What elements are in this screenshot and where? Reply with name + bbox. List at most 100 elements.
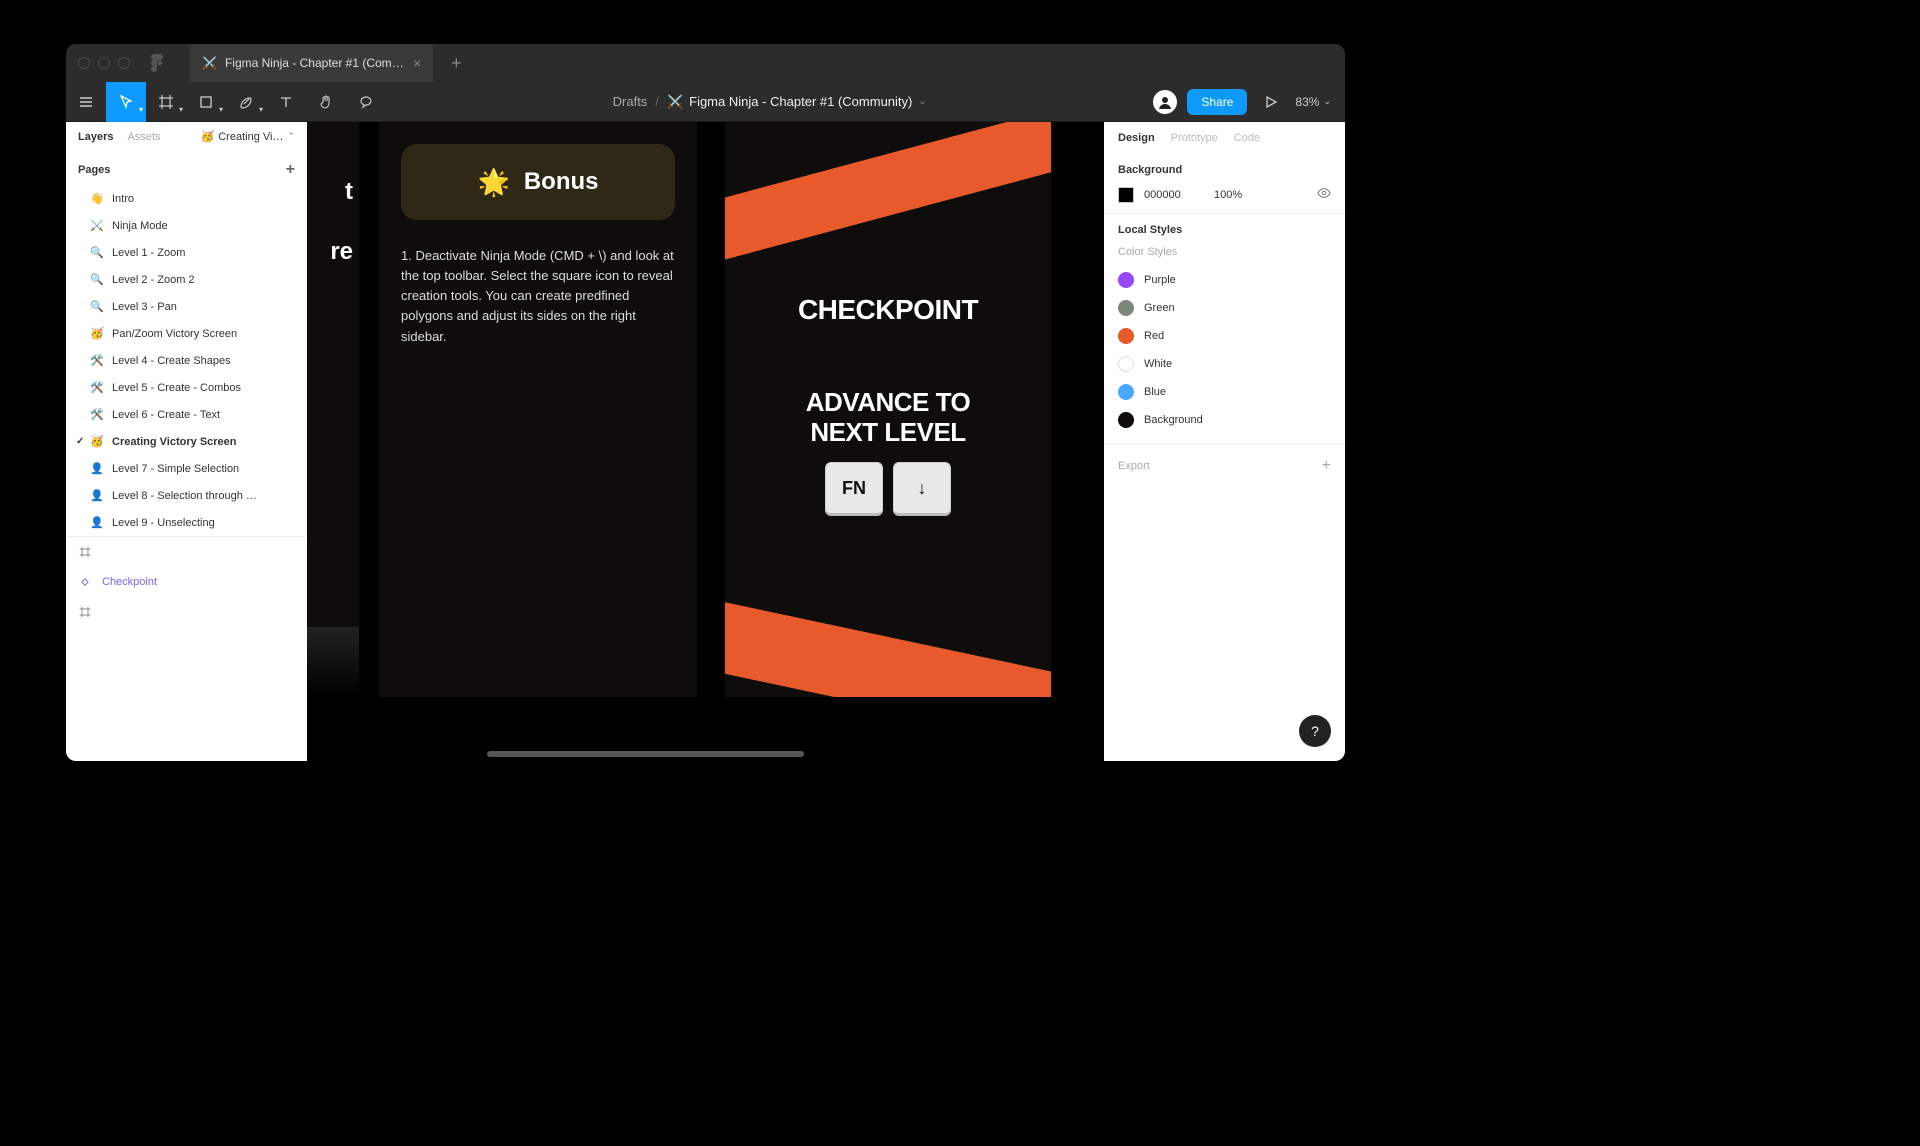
current-page-dropdown[interactable]: 🥳 Creating Vi… ⌃ [201, 130, 295, 143]
shape-tool[interactable]: ▾ [186, 82, 226, 122]
background-header: Background [1118, 164, 1331, 176]
background-swatch[interactable] [1118, 187, 1134, 203]
breadcrumb-location[interactable]: Drafts [613, 94, 648, 109]
color-style-row[interactable]: Red [1118, 322, 1331, 350]
layer-item[interactable] [66, 537, 307, 567]
chevron-up-icon: ⌃ [287, 131, 295, 142]
move-tool[interactable]: ▾ [106, 82, 146, 122]
frame-tool[interactable]: ▾ [146, 82, 186, 122]
chevron-down-icon: ⌄ [1323, 96, 1331, 107]
color-style-name: Red [1144, 330, 1164, 342]
page-item[interactable]: ⚔️Ninja Mode [66, 212, 307, 239]
tab-close-button[interactable]: × [413, 55, 421, 71]
layers-tab[interactable]: Layers [78, 131, 113, 143]
color-style-name: Background [1144, 414, 1203, 426]
canvas[interactable]: t re 🌟 Bonus 1. Deactivate Ninja Mode (C… [307, 122, 1104, 761]
pages-header: Pages [78, 164, 110, 176]
scrollbar-thumb[interactable] [487, 751, 804, 757]
color-swatch [1118, 300, 1134, 316]
assets-tab[interactable]: Assets [127, 131, 160, 143]
breadcrumb[interactable]: Drafts / ⚔️ Figma Ninja - Chapter #1 (Co… [386, 94, 1153, 110]
background-opacity[interactable]: 100% [1214, 189, 1242, 201]
main-menu-button[interactable] [66, 82, 106, 122]
toolbar: ▾ ▾ ▾ ▾ Drafts / ⚔️ Figma Ninja - [66, 82, 1345, 122]
page-name: Level 1 - Zoom [112, 247, 185, 259]
checkpoint-title: CHECKPOINT [725, 294, 1051, 326]
horizontal-scrollbar[interactable] [487, 751, 1064, 757]
file-tab[interactable]: ⚔️ Figma Ninja - Chapter #1 (Comm… × [190, 44, 433, 82]
page-emoji-icon: 🛠️ [90, 408, 104, 421]
swords-icon: ⚔️ [667, 94, 683, 110]
page-emoji-icon: 🔍 [90, 300, 104, 313]
page-item[interactable]: 👤Level 7 - Simple Selection [66, 455, 307, 482]
new-tab-button[interactable]: + [451, 53, 462, 74]
chevron-down-icon[interactable]: ⌄ [918, 96, 926, 107]
color-style-row[interactable]: White [1118, 350, 1331, 378]
user-avatar[interactable] [1153, 90, 1177, 114]
page-item[interactable]: 🔍Level 3 - Pan [66, 293, 307, 320]
checkpoint-keys: FN ↓ [725, 462, 1051, 516]
present-button[interactable] [1257, 82, 1285, 122]
code-tab[interactable]: Code [1234, 132, 1260, 144]
color-swatch [1118, 328, 1134, 344]
page-name: Intro [112, 193, 134, 205]
frame-text: re [330, 238, 353, 266]
page-item[interactable]: 🔍Level 2 - Zoom 2 [66, 266, 307, 293]
page-emoji-icon: 👤 [90, 516, 104, 529]
page-name: Level 9 - Unselecting [112, 517, 215, 529]
bonus-card: 🌟 Bonus [401, 144, 675, 220]
canvas-frame-bonus[interactable]: 🌟 Bonus 1. Deactivate Ninja Mode (CMD + … [379, 122, 697, 697]
background-section: Background 000000 100% [1104, 154, 1345, 214]
page-name: Creating Victory Screen [112, 436, 237, 448]
layer-item[interactable]: Checkpoint [66, 567, 307, 597]
page-emoji-icon: 🔍 [90, 246, 104, 259]
zoom-control[interactable]: 83% ⌄ [1295, 95, 1331, 109]
visibility-toggle-icon[interactable] [1317, 186, 1331, 203]
share-button[interactable]: Share [1187, 89, 1247, 115]
help-button[interactable]: ? [1299, 715, 1331, 747]
local-styles-section: Local Styles Color Styles PurpleGreenRed… [1104, 214, 1345, 445]
design-tab[interactable]: Design [1118, 132, 1155, 144]
layer-item[interactable] [66, 597, 307, 627]
pen-tool[interactable]: ▾ [226, 82, 266, 122]
color-swatch [1118, 412, 1134, 428]
page-item[interactable]: 🔍 Level 1 - Zoom [66, 239, 307, 266]
page-item[interactable]: 👋Intro [66, 185, 307, 212]
check-icon: ✓ [76, 436, 84, 447]
color-style-row[interactable]: Green [1118, 294, 1331, 322]
export-section[interactable]: Export + [1104, 445, 1345, 487]
page-item[interactable]: ✓ 🥳 Creating Victory Screen [66, 428, 307, 455]
add-page-button[interactable]: + [286, 161, 295, 179]
page-item[interactable]: 🛠️Level 6 - Create - Text [66, 401, 307, 428]
color-styles-label: Color Styles [1118, 246, 1331, 258]
color-style-row[interactable]: Blue [1118, 378, 1331, 406]
text-tool[interactable] [266, 82, 306, 122]
page-item[interactable]: 👤 Level 9 - Unselecting [66, 509, 307, 536]
prototype-tab[interactable]: Prototype [1171, 132, 1218, 144]
page-emoji-icon: 👤 [90, 462, 104, 475]
bonus-body-text: 1. Deactivate Ninja Mode (CMD + \) and l… [401, 246, 675, 347]
layer-list: Checkpoint [66, 536, 307, 627]
swords-icon: ⚔️ [202, 56, 217, 70]
page-item[interactable]: 🥳Pan/Zoom Victory Screen [66, 320, 307, 347]
canvas-frame-checkpoint[interactable]: CHECKPOINT ADVANCE TO NEXT LEVEL FN ↓ [725, 122, 1051, 697]
page-emoji-icon: 🥳 [90, 435, 104, 448]
hand-tool[interactable] [306, 82, 346, 122]
breadcrumb-separator: / [655, 94, 659, 109]
page-item[interactable]: 🛠️Level 5 - Create - Combos [66, 374, 307, 401]
page-emoji-icon: ⚔️ [90, 219, 104, 232]
color-style-name: White [1144, 358, 1172, 370]
page-item[interactable]: 🛠️Level 4 - Create Shapes [66, 347, 307, 374]
color-style-row[interactable]: Purple [1118, 266, 1331, 294]
window-controls[interactable] [78, 57, 130, 69]
page-name: Level 8 - Selection through … [112, 490, 257, 502]
color-style-name: Purple [1144, 274, 1176, 286]
background-hex[interactable]: 000000 [1144, 189, 1204, 201]
page-item[interactable]: 👤Level 8 - Selection through … [66, 482, 307, 509]
canvas-frame-left[interactable]: t re [307, 122, 359, 697]
color-style-row[interactable]: Background [1118, 406, 1331, 434]
comment-tool[interactable] [346, 82, 386, 122]
add-export-button[interactable]: + [1322, 457, 1331, 475]
star-icon: 🌟 [477, 167, 509, 198]
file-tab-title: Figma Ninja - Chapter #1 (Comm… [225, 56, 405, 70]
